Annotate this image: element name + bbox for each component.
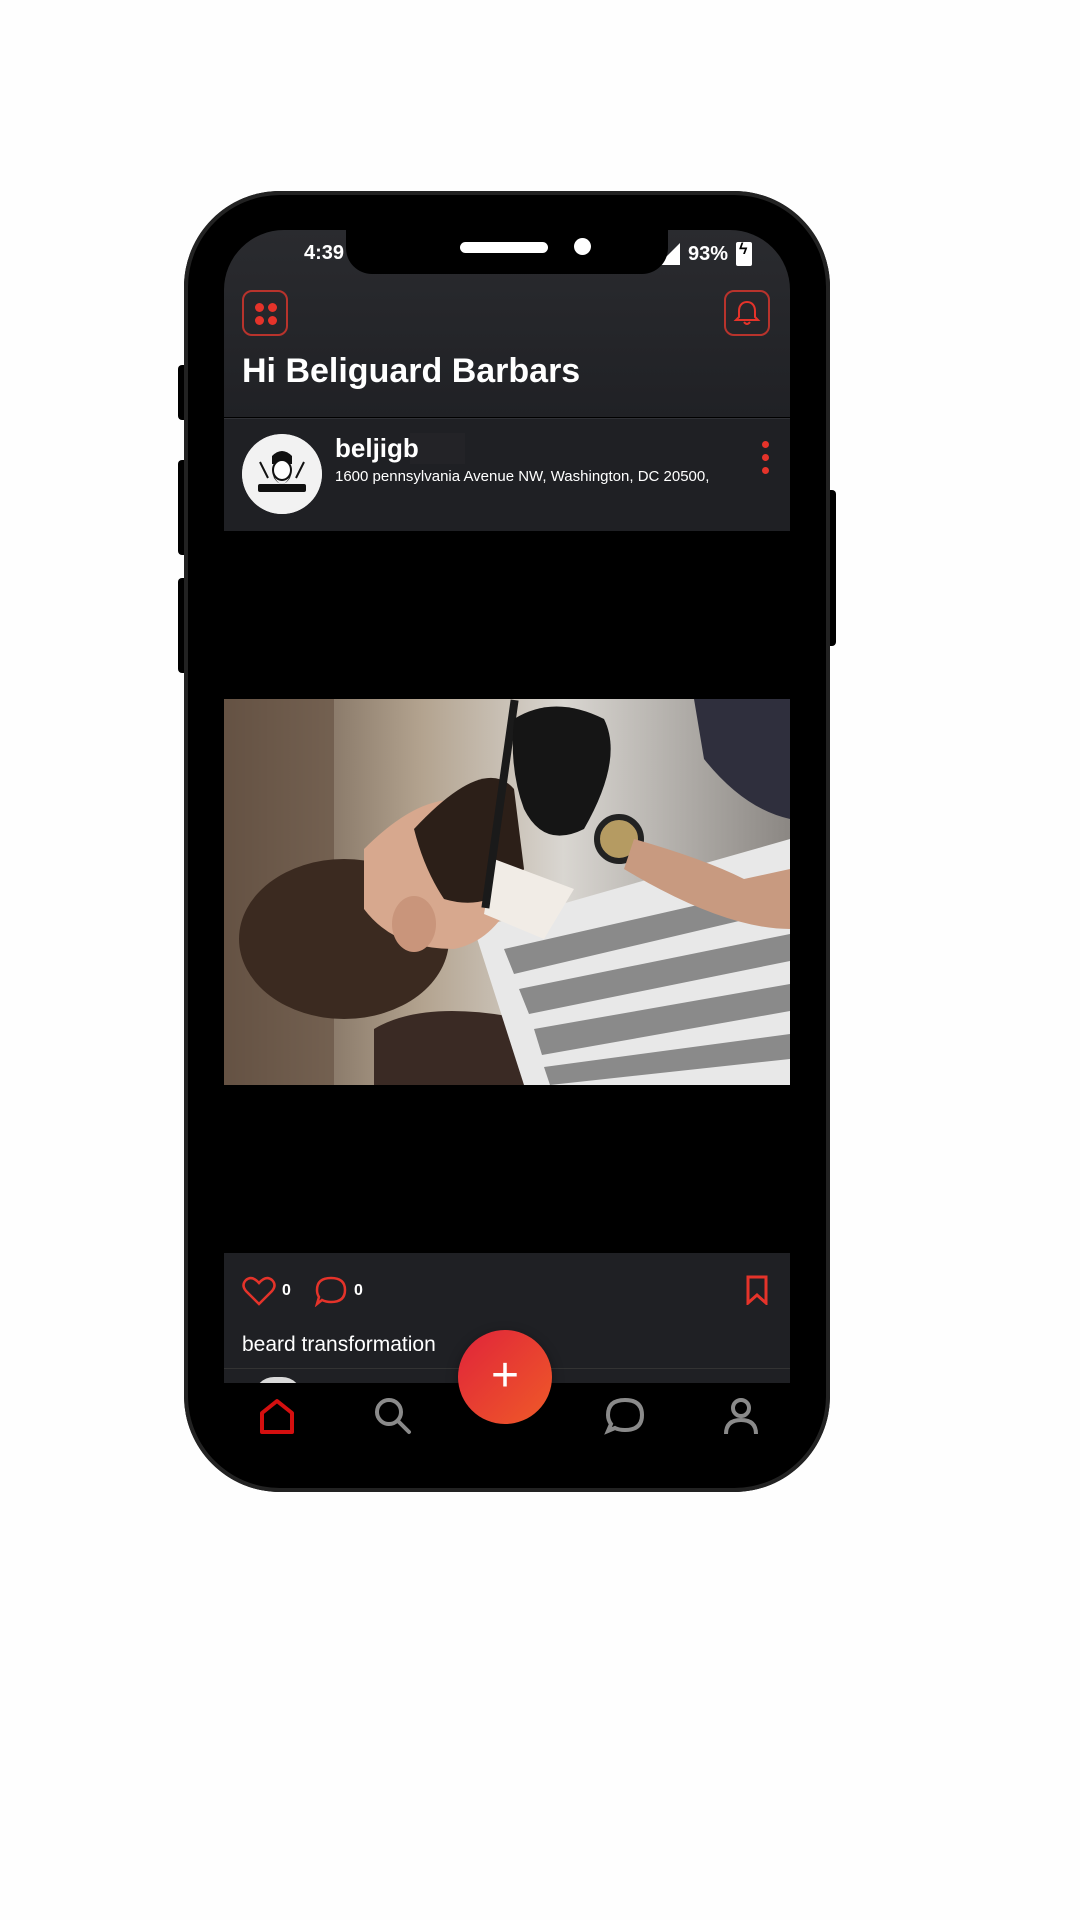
battery-icon	[736, 241, 752, 266]
post-header: beljigb 1600 pennsylvania Avenue NW, Was…	[224, 418, 790, 532]
speaker-grille	[460, 242, 548, 253]
barber-shaving-beard-photo	[224, 699, 790, 1085]
nav-profile[interactable]	[718, 1393, 764, 1439]
barber-logo-icon	[242, 434, 322, 514]
post-photo[interactable]	[224, 699, 790, 1085]
post-caption: beard transformation	[242, 1333, 436, 1356]
comment-icon	[314, 1276, 347, 1307]
bell-icon	[733, 300, 761, 325]
status-indicators: 93%	[657, 241, 752, 266]
like-count: 0	[282, 1282, 291, 1299]
menu-button[interactable]	[242, 290, 288, 336]
nav-search[interactable]	[370, 1393, 416, 1439]
notch	[346, 230, 668, 274]
add-post-button[interactable]: +	[458, 1330, 552, 1424]
page: 4:39 93% Hi Beliguard	[0, 0, 1080, 1920]
front-camera	[574, 238, 591, 255]
profile-icon	[724, 1398, 758, 1435]
plus-icon: +	[490, 1349, 520, 1402]
avatar[interactable]	[242, 434, 322, 514]
home-icon	[260, 1399, 294, 1434]
nav-chat[interactable]	[602, 1393, 648, 1439]
search-icon	[375, 1398, 411, 1434]
comment-button[interactable]: 0	[314, 1275, 363, 1307]
chat-icon	[604, 1397, 645, 1435]
status-time: 4:39	[304, 242, 345, 264]
page-title: Hi Beliguard Barbars	[242, 352, 581, 390]
more-options-icon[interactable]	[762, 441, 770, 475]
heart-icon	[242, 1276, 276, 1306]
comment-count: 0	[354, 1282, 363, 1299]
like-button[interactable]: 0	[242, 1275, 291, 1307]
bookmark-button[interactable]	[744, 1275, 770, 1310]
post-username[interactable]: beljigb	[335, 433, 465, 464]
nav-home[interactable]	[254, 1393, 300, 1439]
battery-percent: 93%	[687, 242, 728, 265]
post-address: 1600 pennsylvania Avenue NW, Washington,…	[335, 468, 710, 485]
bookmark-icon	[746, 1275, 768, 1307]
notifications-button[interactable]	[724, 290, 770, 336]
phone-screen: 4:39 93% Hi Beliguard	[224, 230, 790, 1452]
